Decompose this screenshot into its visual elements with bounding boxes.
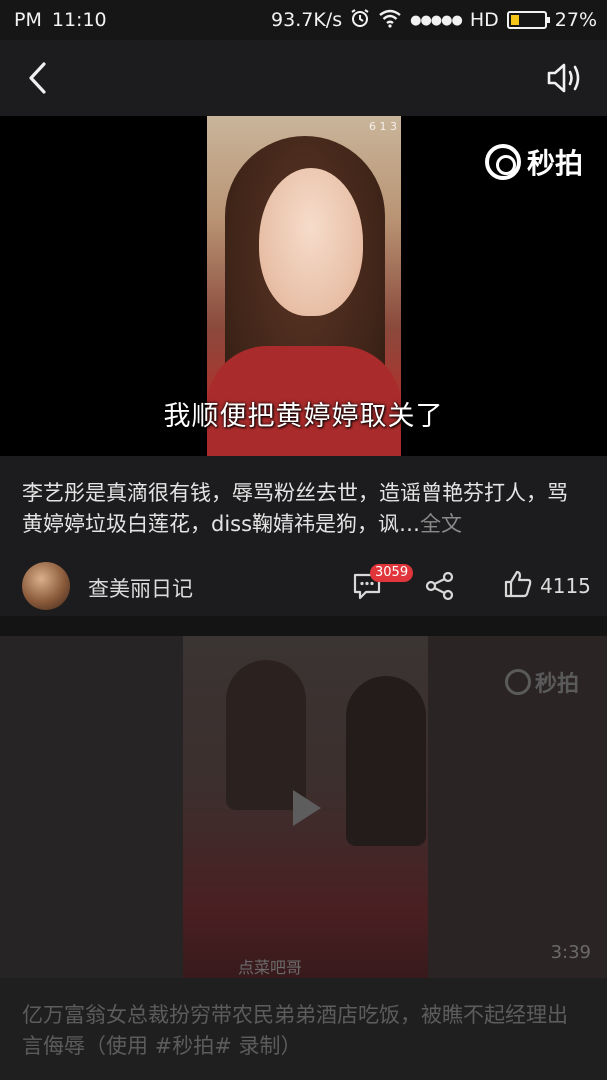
read-more-link[interactable]: 全文 bbox=[420, 512, 462, 536]
video-duration: 3:39 bbox=[550, 942, 591, 963]
battery-icon bbox=[506, 11, 550, 29]
miaopai-watermark: 秒拍 bbox=[484, 142, 583, 182]
next-post-card[interactable]: 秒拍 点菜吧哥 3:39 亿万富翁女总裁扮穷带农民弟弟酒店吃饭，被瞧不起经理出言… bbox=[0, 636, 607, 1080]
battery-percent: 27% bbox=[554, 9, 597, 31]
chevron-left-icon bbox=[29, 62, 46, 94]
video-player[interactable]: 6 1 3 秒拍 我顺便把黄婷婷取关了 bbox=[0, 116, 607, 456]
post-body: 李艺彤是真滴很有钱，辱骂粉丝去世，造谣曾艳芬打人，骂黄婷婷垃圾白莲花，diss鞠… bbox=[22, 481, 568, 536]
like-count: 4115 bbox=[540, 574, 591, 598]
miaopai-logo-icon bbox=[484, 144, 521, 180]
status-left: PM 11:10 bbox=[14, 9, 107, 31]
hd-label: HD bbox=[469, 9, 499, 31]
frame-tag: 6 1 3 bbox=[369, 120, 397, 133]
wifi-icon bbox=[378, 8, 402, 33]
next-post-text: 亿万富翁女总裁扮穷带农民弟弟酒店吃饭，被瞧不起经理出言侮辱（使用 #秒拍# 录制… bbox=[22, 1003, 568, 1058]
play-icon bbox=[293, 790, 321, 826]
net-speed: 93.7K/s bbox=[271, 9, 343, 31]
next-watermark-text: 秒拍 bbox=[534, 672, 579, 697]
nav-bar bbox=[0, 40, 607, 116]
signal-dots: ●●●●● bbox=[410, 12, 463, 28]
alarm-icon bbox=[350, 8, 370, 33]
like-button[interactable] bbox=[503, 569, 533, 599]
post-text: 李艺彤是真滴很有钱，辱骂粉丝去世，造谣曾艳芬打人，骂黄婷婷垃圾白莲花，diss鞠… bbox=[22, 478, 588, 540]
thumbs-up-icon bbox=[504, 570, 532, 598]
speaker-icon bbox=[547, 63, 580, 93]
thumb-caption: 点菜吧哥 bbox=[238, 958, 303, 977]
sound-button[interactable] bbox=[545, 60, 585, 96]
miaopai-logo-icon bbox=[504, 669, 531, 695]
next-post-thumbnail[interactable]: 秒拍 点菜吧哥 3:39 bbox=[0, 636, 607, 978]
card-divider bbox=[0, 616, 607, 636]
play-button[interactable] bbox=[271, 776, 335, 840]
video-subtitle: 我顺便把黄婷婷取关了 bbox=[163, 401, 444, 432]
status-right: 93.7K/s ●●●●● HD 27% bbox=[271, 8, 597, 33]
back-button[interactable] bbox=[20, 58, 60, 98]
next-post-watermark: 秒拍 bbox=[504, 666, 579, 698]
status-time: 11:10 bbox=[51, 9, 107, 31]
video-person-face bbox=[259, 168, 363, 316]
avatar[interactable] bbox=[22, 562, 70, 610]
author-name[interactable]: 查美丽日记 bbox=[88, 573, 193, 603]
thumb-left-panel bbox=[0, 636, 183, 978]
thumb-person-2 bbox=[346, 676, 426, 846]
share-icon bbox=[425, 571, 454, 601]
battery-fill bbox=[510, 15, 520, 25]
status-ampm: PM bbox=[14, 9, 42, 31]
comment-count-badge: 3059 bbox=[370, 564, 414, 582]
author-row: 查美丽日记 3059 4115 bbox=[0, 556, 607, 616]
share-button[interactable] bbox=[424, 570, 456, 602]
status-bar: PM 11:10 93.7K/s ●●●●● HD 27% bbox=[0, 0, 607, 40]
watermark-text: 秒拍 bbox=[526, 147, 583, 180]
